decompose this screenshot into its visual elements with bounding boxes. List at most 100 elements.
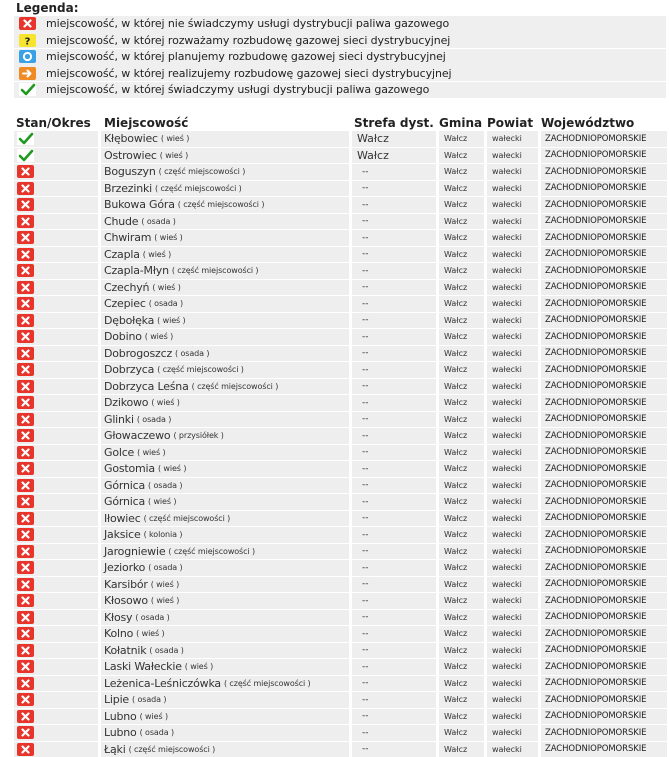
locality-name-link[interactable]: Boguszyn <box>104 165 156 178</box>
locality-name-link[interactable]: Kołatnik <box>104 644 147 657</box>
header-zone[interactable]: Strefa dyst. <box>352 117 439 130</box>
locality-type: ( wieś ) <box>151 398 180 408</box>
locality-name-link[interactable]: Gostomia <box>104 462 155 475</box>
header-powiat[interactable]: Powiat <box>487 117 541 130</box>
table-row: Jaksice( kolonia ) -- Wałcz wałecki ZACHODNI… <box>14 527 669 543</box>
x-icon <box>17 165 34 179</box>
locality-name-link[interactable]: Górnica <box>104 479 145 492</box>
gmina-value: Wałcz <box>444 414 468 424</box>
locality-name-link[interactable]: Dzikowo <box>104 396 149 409</box>
locality-name-link[interactable]: Chwiram <box>104 231 151 244</box>
page: Legenda: miejscowość, w której nie świad… <box>0 0 669 757</box>
locality-name-link[interactable]: Górnica <box>104 495 145 508</box>
woj-value: ZACHODNIOPOMORSKIE <box>545 562 647 573</box>
cell-name: Kolno( wieś ) <box>101 626 349 642</box>
cell-gmina: Wałcz <box>439 147 484 163</box>
table-row: Dzikowo( wieś ) -- Wałcz wałecki ZACHODNIOPO… <box>14 395 669 411</box>
arrow-icon-glyph <box>22 69 32 77</box>
locality-name-link[interactable]: Jeziorko <box>104 561 145 574</box>
locality-name-link[interactable]: Iłowiec <box>104 512 141 525</box>
cell-name: Kołatnik( osada ) <box>101 642 349 658</box>
locality-name-link[interactable]: Kłosy <box>104 611 133 624</box>
locality-name-link[interactable]: Bukowa Góra <box>104 198 175 211</box>
locality-name-link[interactable]: Lubno <box>104 726 137 739</box>
woj-value: ZACHODNIOPOMORSKIE <box>545 727 647 738</box>
woj-value: ZACHODNIOPOMORSKIE <box>545 133 647 144</box>
locality-name-link[interactable]: Golce <box>104 446 134 459</box>
header-name[interactable]: Miejscowość <box>101 117 352 130</box>
cell-powiat: wałecki <box>487 411 538 427</box>
cell-status <box>14 444 98 460</box>
locality-name-link[interactable]: Jaksice <box>104 528 141 541</box>
cell-zone: -- <box>352 692 436 708</box>
header-gmina[interactable]: Gmina <box>439 117 487 130</box>
gmina-value: Wałcz <box>444 150 468 160</box>
locality-name-link[interactable]: Lipie <box>104 693 129 706</box>
cell-zone: -- <box>352 510 436 526</box>
x-icon <box>17 198 34 212</box>
woj-value: ZACHODNIOPOMORSKIE <box>545 612 647 623</box>
cell-gmina: Wałcz <box>439 609 484 625</box>
table-row: Chude( osada ) -- Wałcz wałecki ZACHODNIOPOM… <box>14 213 669 229</box>
gmina-value: Wałcz <box>444 563 468 573</box>
powiat-value: wałecki <box>492 464 522 474</box>
cell-status <box>14 329 98 345</box>
locality-type: ( wieś ) <box>152 282 181 292</box>
legend-item: ? miejscowość, w której rozważamy rozbudo… <box>14 32 666 48</box>
locality-name-link[interactable]: Dobrzyca <box>104 363 154 376</box>
locality-type: ( osada ) <box>149 645 184 655</box>
locality-name-link[interactable]: Brzezinki <box>104 182 152 195</box>
locality-name-link[interactable]: Kolno <box>104 627 133 640</box>
locality-name-link[interactable]: Czechyń <box>104 281 150 294</box>
locality-name-link[interactable]: Glinki <box>104 413 134 426</box>
locality-type: ( część miejscowości ) <box>157 365 244 375</box>
cell-woj: ZACHODNIOPOMORSKIE <box>541 576 667 592</box>
cell-zone: Wałcz <box>352 147 436 163</box>
cell-powiat: wałecki <box>487 263 538 279</box>
locality-name-link[interactable]: Laski Wałeckie <box>104 660 182 673</box>
locality-type: ( część miejscowości ) <box>128 744 216 754</box>
table-row: Kłębowiec( wieś ) Wałcz Wałcz wałecki ZACHOD… <box>14 131 669 147</box>
locality-type: ( część miejscowości ) <box>155 183 242 193</box>
x-icon-glyph <box>21 184 30 193</box>
locality-name-link[interactable]: Łąki <box>104 743 126 756</box>
locality-name-link[interactable]: Karsibór <box>104 578 148 591</box>
cell-name: Karsibór( wieś ) <box>101 576 349 592</box>
locality-name-link[interactable]: Jarogniewie <box>104 545 166 558</box>
locality-name-link[interactable]: Czapla <box>104 248 140 261</box>
locality-name-link[interactable]: Dobino <box>104 330 142 343</box>
locality-type: ( osada ) <box>135 612 170 622</box>
zone-value: -- <box>362 496 369 507</box>
locality-name-link[interactable]: Kłosowo <box>104 594 148 607</box>
cell-status <box>14 230 98 246</box>
cell-powiat: wałecki <box>487 461 538 477</box>
cell-woj: ZACHODNIOPOMORSKIE <box>541 263 667 279</box>
locality-name-link[interactable]: Lubno <box>104 710 137 723</box>
gmina-value: Wałcz <box>444 546 468 556</box>
locality-name-link[interactable]: Kłębowiec <box>104 132 158 145</box>
x-icon <box>17 379 34 393</box>
locality-name-link[interactable]: Czapla-Młyn <box>104 264 169 277</box>
woj-value: ZACHODNIOPOMORSKIE <box>545 678 647 689</box>
header-status[interactable]: Stan/Okres <box>14 117 101 130</box>
locality-name-link[interactable]: Chude <box>104 215 139 228</box>
locality-name-link[interactable]: Dobrzyca Leśna <box>104 380 189 393</box>
powiat-value: wałecki <box>492 299 522 309</box>
cell-woj: ZACHODNIOPOMORSKIE <box>541 725 667 741</box>
legend-item-text: miejscowość, w której realizujemy rozbud… <box>46 66 452 80</box>
locality-name-link[interactable]: Czepiec <box>104 297 146 310</box>
header-woj[interactable]: Województwo <box>541 117 667 130</box>
locality-name-link[interactable]: Dębołęka <box>104 314 154 327</box>
x-icon-glyph <box>21 481 30 490</box>
locality-name-link[interactable]: Leżenica-Leśniczówka <box>104 677 221 690</box>
locality-name-link[interactable]: Głowaczewo <box>104 429 171 442</box>
locality-name-link[interactable]: Dobrogoszcz <box>104 347 172 360</box>
x-icon <box>17 297 34 311</box>
table-row: Iłowiec( część miejscowości ) -- Wałcz wałe… <box>14 510 669 526</box>
locality-name-link[interactable]: Ostrowiec <box>104 149 157 162</box>
cell-gmina: Wałcz <box>439 543 484 559</box>
cell-gmina: Wałcz <box>439 428 484 444</box>
cell-name: Kłosowo( wieś ) <box>101 593 349 609</box>
powiat-value: wałecki <box>492 167 522 177</box>
cell-zone: -- <box>352 296 436 312</box>
